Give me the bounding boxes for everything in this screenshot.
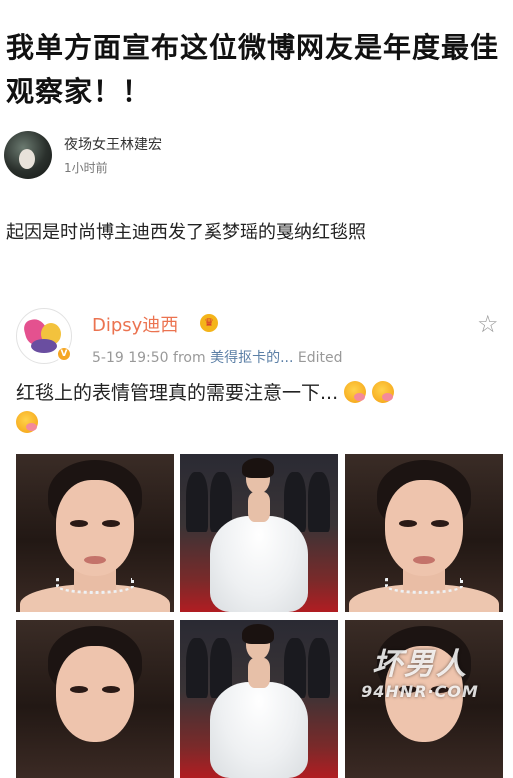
post-source-link[interactable]: 美得抠卡的... bbox=[210, 350, 293, 366]
photo-thumbnail[interactable] bbox=[16, 620, 174, 778]
watermark-line-1: 坏男人 bbox=[372, 647, 468, 682]
post-author-name[interactable]: Dipsy迪西 bbox=[92, 311, 178, 337]
author-timestamp: 1小时前 bbox=[64, 161, 108, 175]
post-text-block: 红毯上的表情管理真的需要注意一下... bbox=[16, 378, 491, 438]
yummy-face-emoji-icon bbox=[344, 381, 367, 403]
watermark-line-2: 94HNR·COM bbox=[361, 682, 479, 701]
photo-thumbnail[interactable] bbox=[16, 454, 174, 612]
yummy-face-emoji-icon bbox=[16, 411, 38, 433]
star-outline-icon[interactable]: ☆ bbox=[477, 312, 499, 336]
site-watermark: 坏男人 94HNR·COM bbox=[330, 648, 510, 702]
author-avatar[interactable] bbox=[4, 131, 52, 179]
author-name[interactable]: 夜场女王林建宏 bbox=[64, 134, 162, 154]
post-from-label: from bbox=[173, 350, 206, 366]
photo-thumbnail[interactable] bbox=[180, 620, 338, 778]
article-intro-text: 起因是时尚博主迪西发了奚梦瑶的戛纳红毯照 bbox=[6, 222, 366, 243]
post-edited-label: Edited bbox=[297, 350, 343, 366]
post-date: 5-19 19:50 bbox=[92, 350, 169, 366]
crown-emoji-icon: ♛ bbox=[200, 314, 218, 332]
post-meta: 5-19 19:50 from 美得抠卡的... Edited bbox=[92, 347, 343, 367]
photo-thumbnail[interactable] bbox=[345, 454, 503, 612]
post-text: 红毯上的表情管理真的需要注意一下... bbox=[16, 382, 339, 404]
article-title: 我单方面宣布这位微博网友是年度最佳观察家！！ bbox=[6, 31, 500, 108]
yummy-face-emoji-icon bbox=[372, 381, 395, 403]
photo-thumbnail[interactable] bbox=[180, 454, 338, 612]
verified-badge-icon: V bbox=[56, 346, 72, 362]
